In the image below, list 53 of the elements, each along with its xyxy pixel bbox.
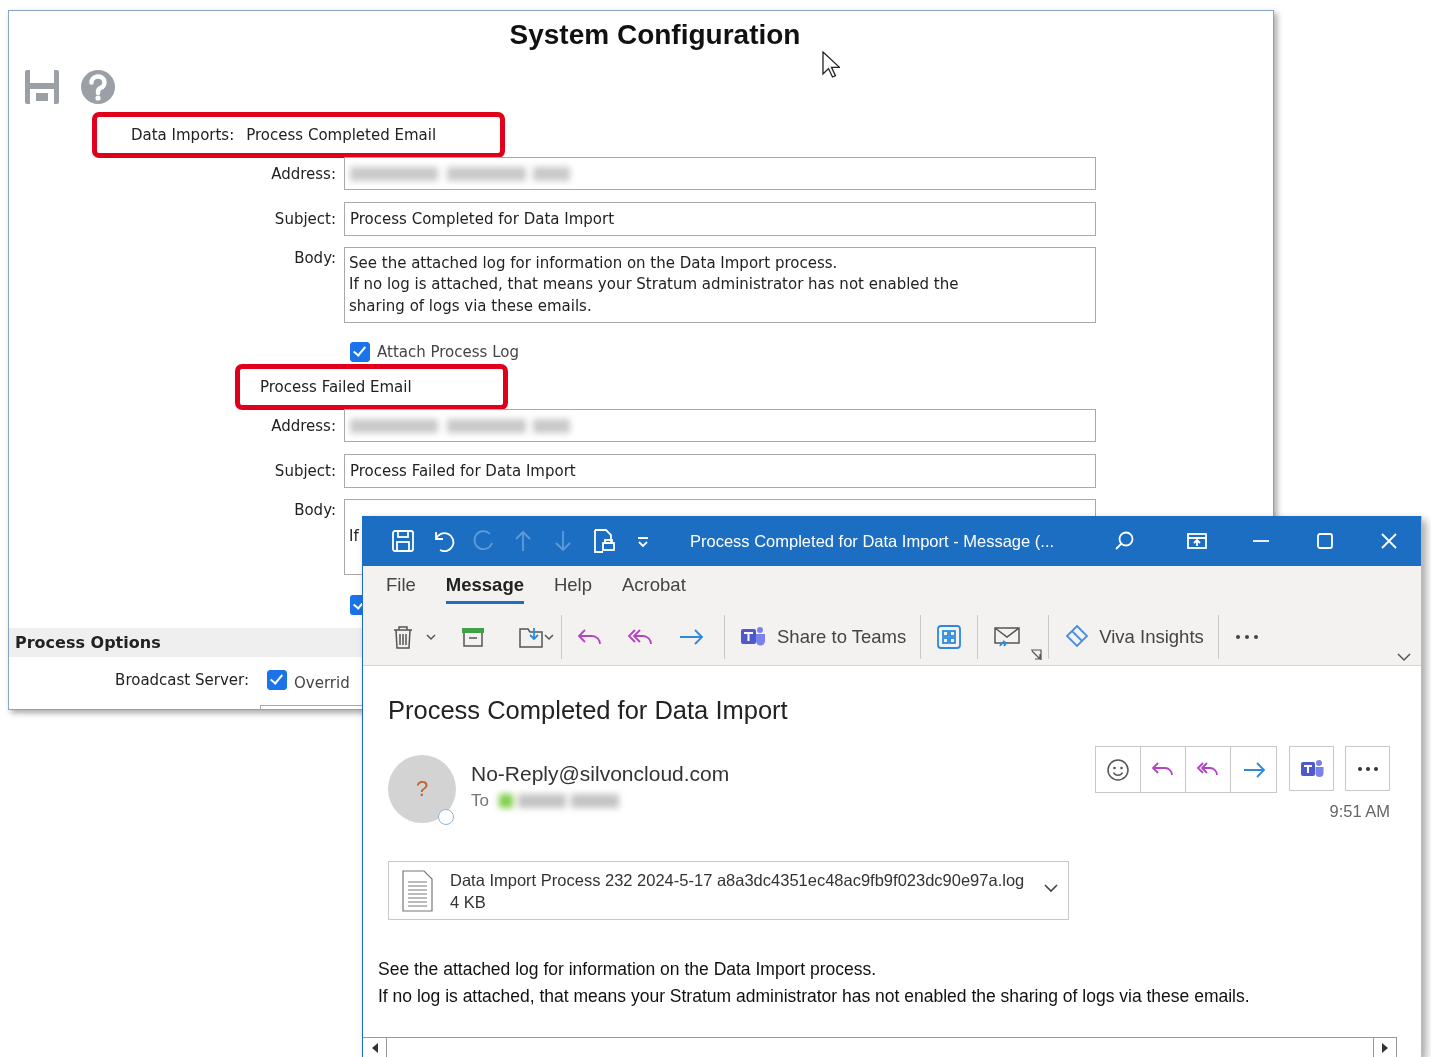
caret-icon[interactable] <box>1044 883 1058 893</box>
menu-tab[interactable]: Help <box>553 570 593 604</box>
section-heading: Process Options <box>15 633 161 652</box>
override-checkbox[interactable] <box>267 670 287 690</box>
message-text: See the attached log for information on the Data Import process. <box>378 958 878 981</box>
scroll-right-icon[interactable] <box>1381 1042 1389 1053</box>
menu-tab[interactable]: Acrobat <box>622 570 686 604</box>
field-label: Body: <box>294 500 336 519</box>
ribbon-display-icon[interactable] <box>1186 530 1208 552</box>
collapse-caret-icon[interactable] <box>1397 652 1411 662</box>
emoji-icon[interactable] <box>1105 756 1131 783</box>
help-icon[interactable] <box>79 68 117 106</box>
checkbox-label: Overrid <box>294 674 350 692</box>
body-field[interactable]: See the attached log for information on the Data Import process. If no log is attached, that means your Stratum administrator has not enabled the sharing of logs via these emails. <box>344 247 1096 323</box>
field-label: Subject: <box>274 462 336 480</box>
subject-field[interactable]: Process Failed for Data Import <box>344 454 1096 488</box>
subject-field[interactable]: Process Completed for Data Import <box>344 202 1096 236</box>
attachment-size: 4 KB <box>450 891 487 913</box>
sender-address: No-Reply@silvoncloud.com <box>471 762 730 786</box>
field-label: Address: <box>271 416 336 435</box>
field-label: Address: <box>271 164 336 183</box>
address-field[interactable] <box>344 157 1096 190</box>
viva-insights-button[interactable]: Viva Insights <box>1055 616 1212 657</box>
field-label: Subject: <box>274 210 336 228</box>
maximize-icon[interactable] <box>1314 530 1336 552</box>
document-icon <box>401 869 433 912</box>
menu-tab[interactable]: Message <box>445 570 524 604</box>
presence-status-icon <box>438 809 454 825</box>
share-to-teams-button[interactable]: Share to Teams <box>731 616 915 657</box>
window-title: Process Completed for Data Import - Message (... <box>690 531 1055 551</box>
menu-tab[interactable]: File <box>386 570 416 604</box>
field-label: Body: <box>294 248 336 267</box>
section-prefix: Data Imports: <box>131 126 235 144</box>
scroll-left-icon[interactable] <box>370 1042 379 1053</box>
section-title: Process Completed Email <box>246 126 437 144</box>
to-label: To <box>471 791 489 811</box>
message-time: 9:51 AM <box>1329 802 1390 821</box>
section-title: Process Failed Email <box>260 378 412 396</box>
page-title: System Configuration <box>509 19 801 50</box>
attachment-card[interactable]: Data Import Process 232 2024-5-17 a8a3dc4351ec48ac9fb9f023dc90e97a.log 4 KB <box>388 861 1069 920</box>
field-label: Broadcast Server: <box>114 671 249 689</box>
search-icon[interactable] <box>1113 530 1135 552</box>
checkbox-label: Attach Process Log <box>377 343 519 361</box>
message-subject: Process Completed for Data Import <box>388 696 789 725</box>
address-field[interactable] <box>344 409 1096 442</box>
apps-icon[interactable] <box>935 622 964 651</box>
avatar: ? <box>388 755 456 823</box>
save-icon[interactable] <box>390 528 416 554</box>
mouse-pointer-icon <box>822 51 840 78</box>
message-text: If no log is attached, that means your Stratum administrator has not enabled the sharing of logs via these emails. <box>378 985 1251 1008</box>
attach-log-checkbox[interactable] <box>350 342 370 362</box>
dialog-launcher-icon[interactable] <box>1030 649 1043 661</box>
attachment-name: Data Import Process 232 2024-5-17 a8a3dc4351ec48ac9fb9f023dc90e97a.log <box>450 869 1025 891</box>
